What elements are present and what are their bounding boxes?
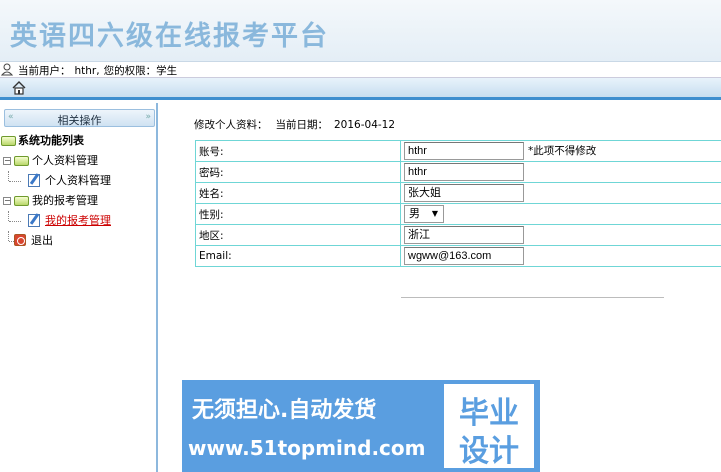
name-input[interactable]: 张大姐 [404,184,524,202]
edit-doc-icon [28,174,40,187]
email-input[interactable]: wgww@163.com [404,247,524,265]
form-row-email: Email: wgww@163.com [195,245,721,267]
password-cell: hthr [400,161,721,183]
gender-select[interactable]: 男 ▼ [404,205,444,223]
app-window: { "header": { "title": "英语四六级在线报考平台" }, … [0,0,721,472]
tree-line [8,211,9,221]
function-tree: 系统功能列表 − 个人资料管理 个人资料管理 − 我的报考管理 我的报考管理 退… [0,131,156,251]
user-icon [1,63,13,76]
exit-icon [14,234,26,246]
form-row-name: 姓名: 张大姐 [195,182,721,204]
name-cell: 张大姐 [400,182,721,204]
tree-line [8,171,9,181]
app-title: 英语四六级在线报考平台 [10,21,329,52]
exit-label: 退出 [31,234,53,247]
tree-root-label: 系统功能列表 [18,134,84,147]
collapse-icon[interactable]: − [3,197,11,205]
username: hthr, [74,65,100,77]
profile-form: 账号: hthr *此项不得修改 密码: hthr 姓名: 张大姐 性别: 男 … [195,140,721,267]
gender-label: 性别: [195,203,401,225]
grip-icon: » [145,112,151,122]
folder-open-icon [14,156,29,166]
password-label: 密码: [195,161,401,183]
name-label: 姓名: [195,182,401,204]
current-user-label: 当前用户： [18,65,71,77]
tree-group-profile[interactable]: − 个人资料管理 [0,151,156,171]
collapse-icon[interactable]: − [3,157,11,165]
tree-root[interactable]: 系统功能列表 [0,131,156,151]
tree-item-label: 个人资料管理 [45,174,111,187]
sidebar: « 相关操作 » 系统功能列表 − 个人资料管理 个人资料管理 − 我的报考管理… [0,103,158,472]
account-cell: hthr *此项不得修改 [400,140,721,162]
date-value: 2016-04-12 [334,119,396,131]
banner-badge-line2: 设计 [459,434,519,469]
banner-slogan: 无须担心.自动发货 [192,398,377,423]
edit-doc-icon [28,214,40,227]
banner-url: www.51topmind.com [188,436,426,460]
tree-line [9,221,21,222]
divider [401,297,664,298]
form-row-account: 账号: hthr *此项不得修改 [195,140,721,162]
nav-bar [0,78,721,100]
role-text: 您的权限：学生 [103,65,178,77]
sidebar-header: « 相关操作 » [4,109,155,127]
gender-cell: 男 ▼ [400,203,721,225]
header-banner: 英语四六级在线报考平台 [0,0,721,62]
tree-line [9,181,21,182]
page-heading: 修改个人资料： 当前日期： 2016-04-12 [194,117,403,132]
account-input[interactable]: hthr [404,142,524,160]
user-info-bar: 当前用户： hthr, 您的权限：学生 [0,62,721,78]
sidebar-header-label: 相关操作 [57,114,102,127]
gender-value: 男 [409,207,420,220]
email-label: Email: [195,245,401,267]
tree-item-profile[interactable]: 个人资料管理 [0,171,156,191]
date-label: 当前日期： [275,119,329,131]
account-note: *此项不得修改 [528,145,597,157]
tree-line [8,231,9,241]
chevron-down-icon: ▼ [431,209,438,218]
home-icon[interactable] [12,81,26,95]
breadcrumb-label: 修改个人资料： [194,119,268,131]
folder-open-icon [14,196,29,206]
form-row-gender: 性别: 男 ▼ [195,203,721,225]
form-row-password: 密码: hthr [195,161,721,183]
folder-open-icon [1,136,16,146]
region-cell: 浙江 [400,224,721,246]
region-label: 地区: [195,224,401,246]
email-cell: wgww@163.com [400,245,721,267]
tree-group-label: 个人资料管理 [32,154,98,167]
tree-item-exit[interactable]: 退出 [0,231,156,251]
banner-badge: 毕业 设计 [444,384,534,469]
password-input[interactable]: hthr [404,163,524,181]
account-label: 账号: [195,140,401,162]
form-row-region: 地区: 浙江 [195,224,721,246]
region-input[interactable]: 浙江 [404,226,524,244]
tree-item-label: 我的报考管理 [45,214,111,227]
tree-item-exam[interactable]: 我的报考管理 [0,211,156,231]
watermark-banner: 无须担心.自动发货 www.51topmind.com 毕业 设计 [182,380,540,472]
tree-group-exam[interactable]: − 我的报考管理 [0,191,156,211]
tree-group-label: 我的报考管理 [32,194,98,207]
user-info-text: 当前用户： hthr, 您的权限：学生 [18,63,181,78]
